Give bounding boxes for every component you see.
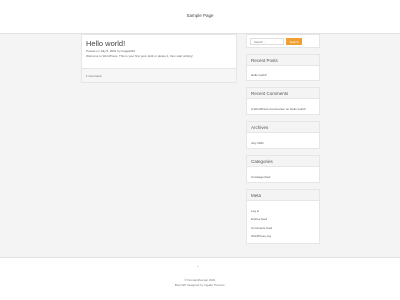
search-button[interactable]: Search [286,38,302,45]
archives-title: Archives [247,122,319,133]
comment-on-text: on [285,106,290,111]
comment-post-link[interactable]: Hello world! [290,107,306,111]
footer-copyright: © DomainDomain 2021 [184,278,216,282]
post-author-link[interactable]: bugwell13 [121,49,135,53]
site-footer: ^ © DomainDomain 2021 Best WP designed b… [0,257,400,300]
search-input[interactable] [250,38,284,45]
post-meta: Posted on July 5, 2021 by bugwell13 [86,49,135,53]
recent-posts-title: Recent Posts [247,55,319,66]
search-widget: Search [246,34,320,48]
post-comments-link[interactable]: 1 Comment [86,74,102,78]
post-title[interactable]: Hello world! [86,39,125,48]
site-title[interactable]: Sample Page [0,13,400,18]
meta-widget: Meta Log in Entries feed Comments feed W… [246,189,320,244]
recent-comments-title: Recent Comments [247,88,319,99]
post-meta-prefix: Posted on [86,48,100,53]
scroll-top-icon[interactable]: ^ [197,264,199,269]
meta-item-entries-feed[interactable]: Entries feed [251,217,267,221]
post-footer: 1 Comment [82,68,236,82]
site-header: Sample Page [0,0,400,34]
categories-widget: Categories Uncategorized [246,155,320,183]
meta-item-comments-feed[interactable]: Comments feed [251,226,272,230]
post-card: Hello world! Posted on July 5, 2021 by b… [81,34,237,83]
post-date-link[interactable]: July 5, 2021 [100,49,116,53]
archives-widget: Archives July 2021 [246,121,320,149]
comment-author-link[interactable]: A WordPress Commenter [251,107,285,111]
recent-comments-widget: Recent Comments A WordPress Commenter on… [246,87,320,115]
archive-item[interactable]: July 2021 [251,141,264,145]
meta-title: Meta [247,190,319,201]
post-excerpt: Welcome to WordPress. This is your first… [86,54,193,58]
recent-comment-item: A WordPress Commenter on Hello world! [251,107,306,111]
meta-item-login[interactable]: Log in [251,209,259,213]
recent-posts-widget: Recent Posts Hello world! [246,54,320,81]
footer-credits: Best WP designed by Ingalls Themes. [174,283,226,287]
category-item[interactable]: Uncategorized [251,175,270,179]
categories-title: Categories [247,156,319,167]
recent-post-item[interactable]: Hello world! [251,73,267,77]
meta-item-wordpress-org[interactable]: WordPress.org [251,234,271,238]
